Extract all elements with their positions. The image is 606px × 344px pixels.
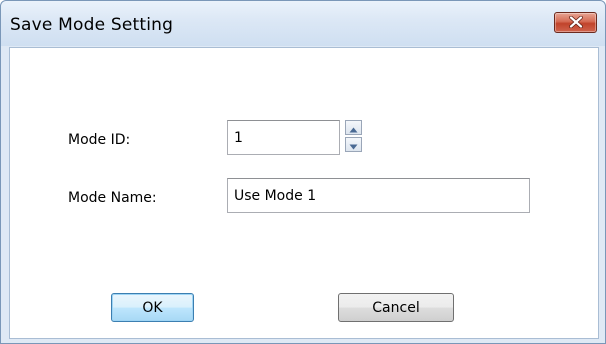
dialog-window: Save Mode Setting Mode ID: Mode Name: O bbox=[0, 0, 606, 344]
mode-id-label: Mode ID: bbox=[68, 132, 131, 148]
ok-button[interactable]: OK bbox=[111, 293, 194, 322]
close-button[interactable] bbox=[554, 12, 597, 33]
dialog-title: Save Mode Setting bbox=[10, 15, 174, 35]
close-icon bbox=[568, 13, 583, 32]
dialog-body: Mode ID: Mode Name: OK Cancel bbox=[9, 47, 599, 339]
mode-id-spin-down[interactable] bbox=[345, 137, 362, 152]
mode-id-spin-up[interactable] bbox=[345, 120, 362, 135]
mode-name-label: Mode Name: bbox=[68, 190, 157, 206]
triangle-down-icon bbox=[349, 135, 358, 154]
mode-id-input[interactable] bbox=[227, 120, 340, 155]
cancel-button[interactable]: Cancel bbox=[338, 293, 454, 322]
mode-name-input[interactable] bbox=[227, 178, 530, 213]
title-bar[interactable]: Save Mode Setting bbox=[1, 1, 605, 46]
